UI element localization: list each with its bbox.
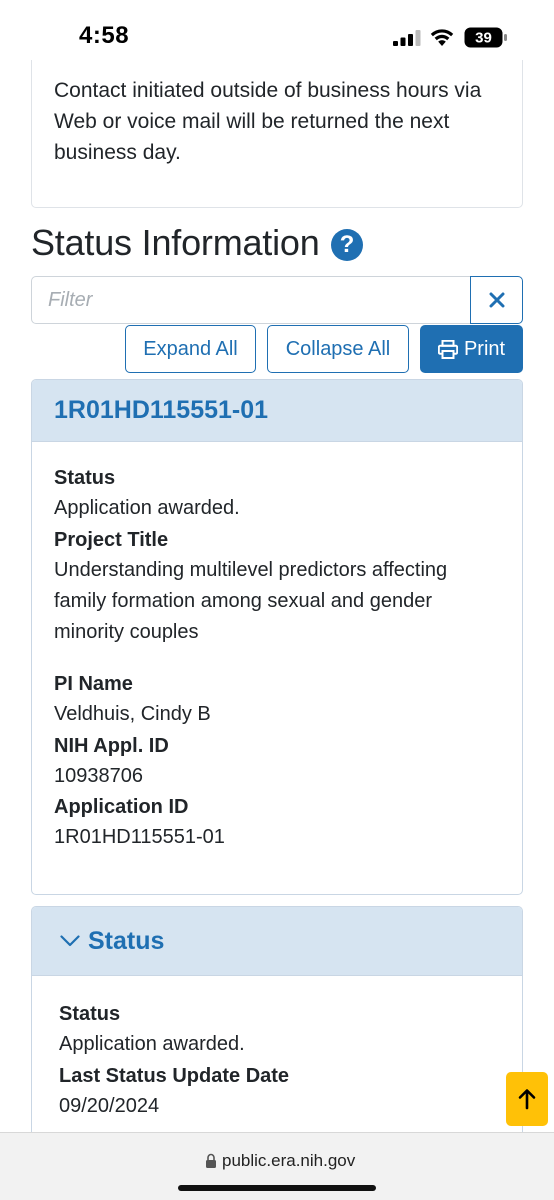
nih-appl-id-value: 10938706 [54,765,143,787]
status-information-heading: Status Information [31,222,320,263]
arrow-up-icon [518,1089,536,1110]
back-to-top-button[interactable] [506,1072,548,1126]
wifi-icon [430,29,454,46]
project-title-label: Project Title [54,529,169,551]
grant-summary-card: 1R01HD115551-01 Status Application award… [31,379,523,895]
battery-icon: 39 [464,27,507,48]
last-status-update-label: Last Status Update Date [59,1065,290,1087]
application-id-label: Application ID [54,796,189,818]
grant-number: 1R01HD115551-01 [54,396,269,424]
close-icon [489,292,504,308]
help-icon[interactable]: ? [331,229,363,261]
application-id-value: 1R01HD115551-01 [54,826,225,848]
collapse-all-button[interactable]: Collapse All [267,325,409,373]
print-label: Print [463,337,506,360]
last-status-update-value: 09/20/2024 [59,1095,160,1117]
nih-appl-id-label: NIH Appl. ID [54,735,169,757]
status-label: Status [59,1003,121,1025]
battery-level: 39 [475,30,492,47]
contact-info-text: Contact initiated outside of business ho… [54,79,482,164]
browser-url-bar[interactable]: public.era.nih.gov [0,1132,554,1200]
status-value: Application awarded. [54,497,240,519]
project-title-value: Understanding multilevel predictors affe… [54,559,448,643]
status-card-title: Status [88,926,165,955]
lock-icon [206,1153,216,1168]
filter-input[interactable] [31,276,471,324]
pi-name-value: Veldhuis, Cindy B [54,703,211,725]
expand-all-button[interactable]: Expand All [125,325,256,373]
home-indicator [178,1185,376,1191]
status-label: Status [54,467,116,489]
cellular-signal-icon [393,30,421,46]
clear-filter-button[interactable] [470,276,523,324]
clock: 4:58 [79,22,130,49]
pi-name-label: PI Name [54,673,133,695]
grant-card-header[interactable]: 1R01HD115551-01 [32,380,522,442]
url-text: public.era.nih.gov [222,1151,356,1170]
contact-info-card: Contact initiated outside of business ho… [31,60,523,208]
chevron-down-icon [60,935,80,947]
printer-icon [437,339,458,359]
status-card-header[interactable]: Status [32,907,522,976]
status-detail-card: Status Status Application awarded. Last … [31,906,523,1146]
status-value: Application awarded. [59,1033,245,1055]
print-button[interactable]: Print [420,325,523,373]
